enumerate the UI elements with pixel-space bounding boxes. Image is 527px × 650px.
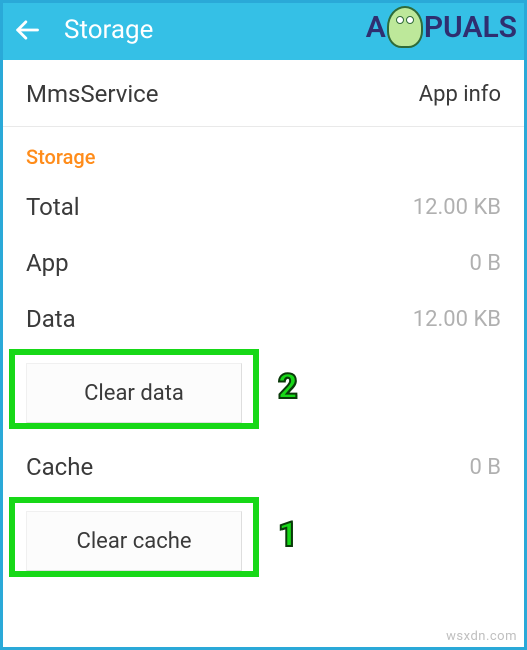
row-app: App 0 B	[0, 235, 527, 291]
app-name: MmsService	[26, 80, 158, 108]
mascot-icon	[387, 6, 423, 48]
app-size-label: App	[26, 249, 69, 277]
data-label: Data	[26, 305, 76, 333]
data-value: 12.00 KB	[413, 307, 501, 332]
clear-cache-area: 1 Clear cache	[0, 495, 527, 587]
row-total: Total 12.00 KB	[0, 179, 527, 235]
clear-cache-button[interactable]: Clear cache	[26, 511, 242, 571]
app-size-value: 0 B	[469, 251, 501, 276]
cache-value: 0 B	[469, 455, 501, 480]
section-header-storage: Storage	[0, 127, 527, 179]
annotation-badge-2: 2	[278, 367, 298, 407]
watermark: wsxdn.com	[446, 629, 517, 644]
logo-text-prefix: A	[366, 10, 386, 45]
page-title: Storage	[64, 15, 153, 45]
clear-data-button[interactable]: Clear data	[26, 363, 242, 423]
back-icon[interactable]	[10, 13, 44, 47]
row-data: Data 12.00 KB	[0, 291, 527, 347]
row-cache: Cache 0 B	[0, 439, 527, 495]
annotation-badge-1: 1	[278, 515, 298, 555]
total-value: 12.00 KB	[413, 195, 501, 220]
clear-data-area: 2 Clear data	[0, 347, 527, 439]
logo-text-suffix: PUALS	[424, 10, 517, 45]
app-info-label: App info	[419, 82, 501, 107]
cache-label: Cache	[26, 453, 93, 481]
app-info-row: MmsService App info	[0, 60, 527, 127]
appuals-logo: A PUALS	[366, 6, 517, 48]
total-label: Total	[26, 193, 80, 221]
